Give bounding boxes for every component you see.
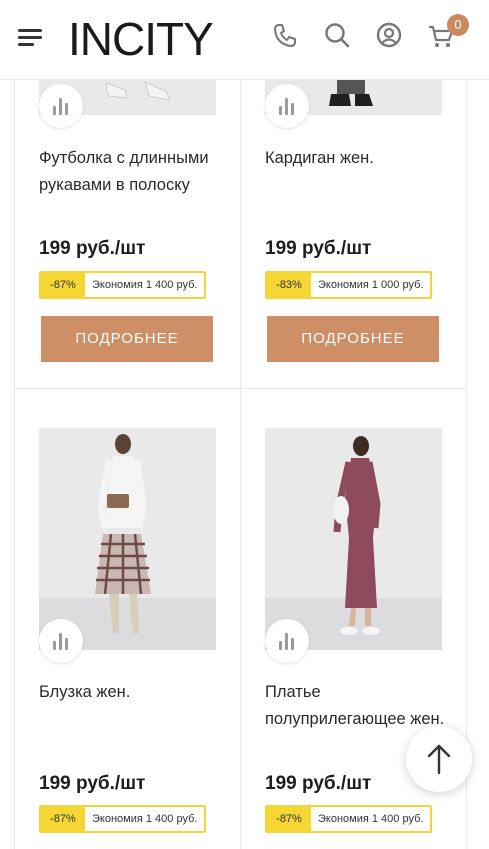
product-image[interactable]: [39, 428, 216, 650]
search-icon[interactable]: [322, 20, 352, 50]
site-header: INCITY 0: [0, 0, 489, 80]
product-grid: Футболка с длинными рукавами в полоску 1…: [14, 0, 489, 849]
product-name[interactable]: Футболка с длинными рукавами в полоску: [39, 145, 229, 199]
discount-badge: -87% Экономия 1 400 руб.: [39, 271, 207, 299]
economy-text: Экономия 1 400 руб.: [85, 807, 205, 831]
discount-badge: -87% Экономия 1 400 руб.: [265, 805, 433, 833]
product-price: 199 руб./шт: [39, 773, 146, 794]
product-name[interactable]: Блузка жен.: [39, 679, 229, 706]
product-price: 199 руб./шт: [39, 238, 146, 259]
stats-icon[interactable]: [39, 84, 83, 128]
economy-text: Экономия 1 000 руб.: [311, 273, 431, 297]
product-image[interactable]: [265, 428, 442, 650]
arrow-up-icon: [427, 744, 451, 775]
discount-badge: -87% Экономия 1 400 руб.: [39, 805, 207, 833]
economy-text: Экономия 1 400 руб.: [85, 273, 205, 297]
logo[interactable]: INCITY: [68, 14, 214, 64]
details-button[interactable]: ПОДРОБНЕЕ: [267, 316, 439, 362]
economy-text: Экономия 1 400 руб.: [311, 807, 431, 831]
account-icon[interactable]: [374, 20, 404, 50]
discount-percent: -87%: [41, 807, 85, 831]
stats-icon[interactable]: [265, 619, 309, 663]
discount-percent: -87%: [267, 807, 311, 831]
product-name[interactable]: Кардиган жен.: [265, 145, 455, 172]
phone-icon[interactable]: [270, 20, 300, 50]
row-divider: [14, 388, 466, 389]
scroll-to-top-button[interactable]: [406, 726, 472, 792]
stats-icon[interactable]: [39, 619, 83, 663]
grid-divider: [466, 80, 467, 849]
stats-icon[interactable]: [265, 84, 309, 128]
cart-count-badge: 0: [447, 14, 469, 36]
discount-percent: -83%: [267, 273, 311, 297]
details-button[interactable]: ПОДРОБНЕЕ: [41, 316, 213, 362]
grid-divider: [240, 80, 241, 849]
product-price: 199 руб./шт: [265, 773, 372, 794]
menu-icon[interactable]: [18, 29, 42, 47]
product-name[interactable]: Платье полуприлегающее жен.: [265, 679, 455, 733]
discount-badge: -83% Экономия 1 000 руб.: [265, 271, 433, 299]
grid-divider: [14, 80, 15, 849]
product-price: 199 руб./шт: [265, 238, 372, 259]
discount-percent: -87%: [41, 273, 85, 297]
